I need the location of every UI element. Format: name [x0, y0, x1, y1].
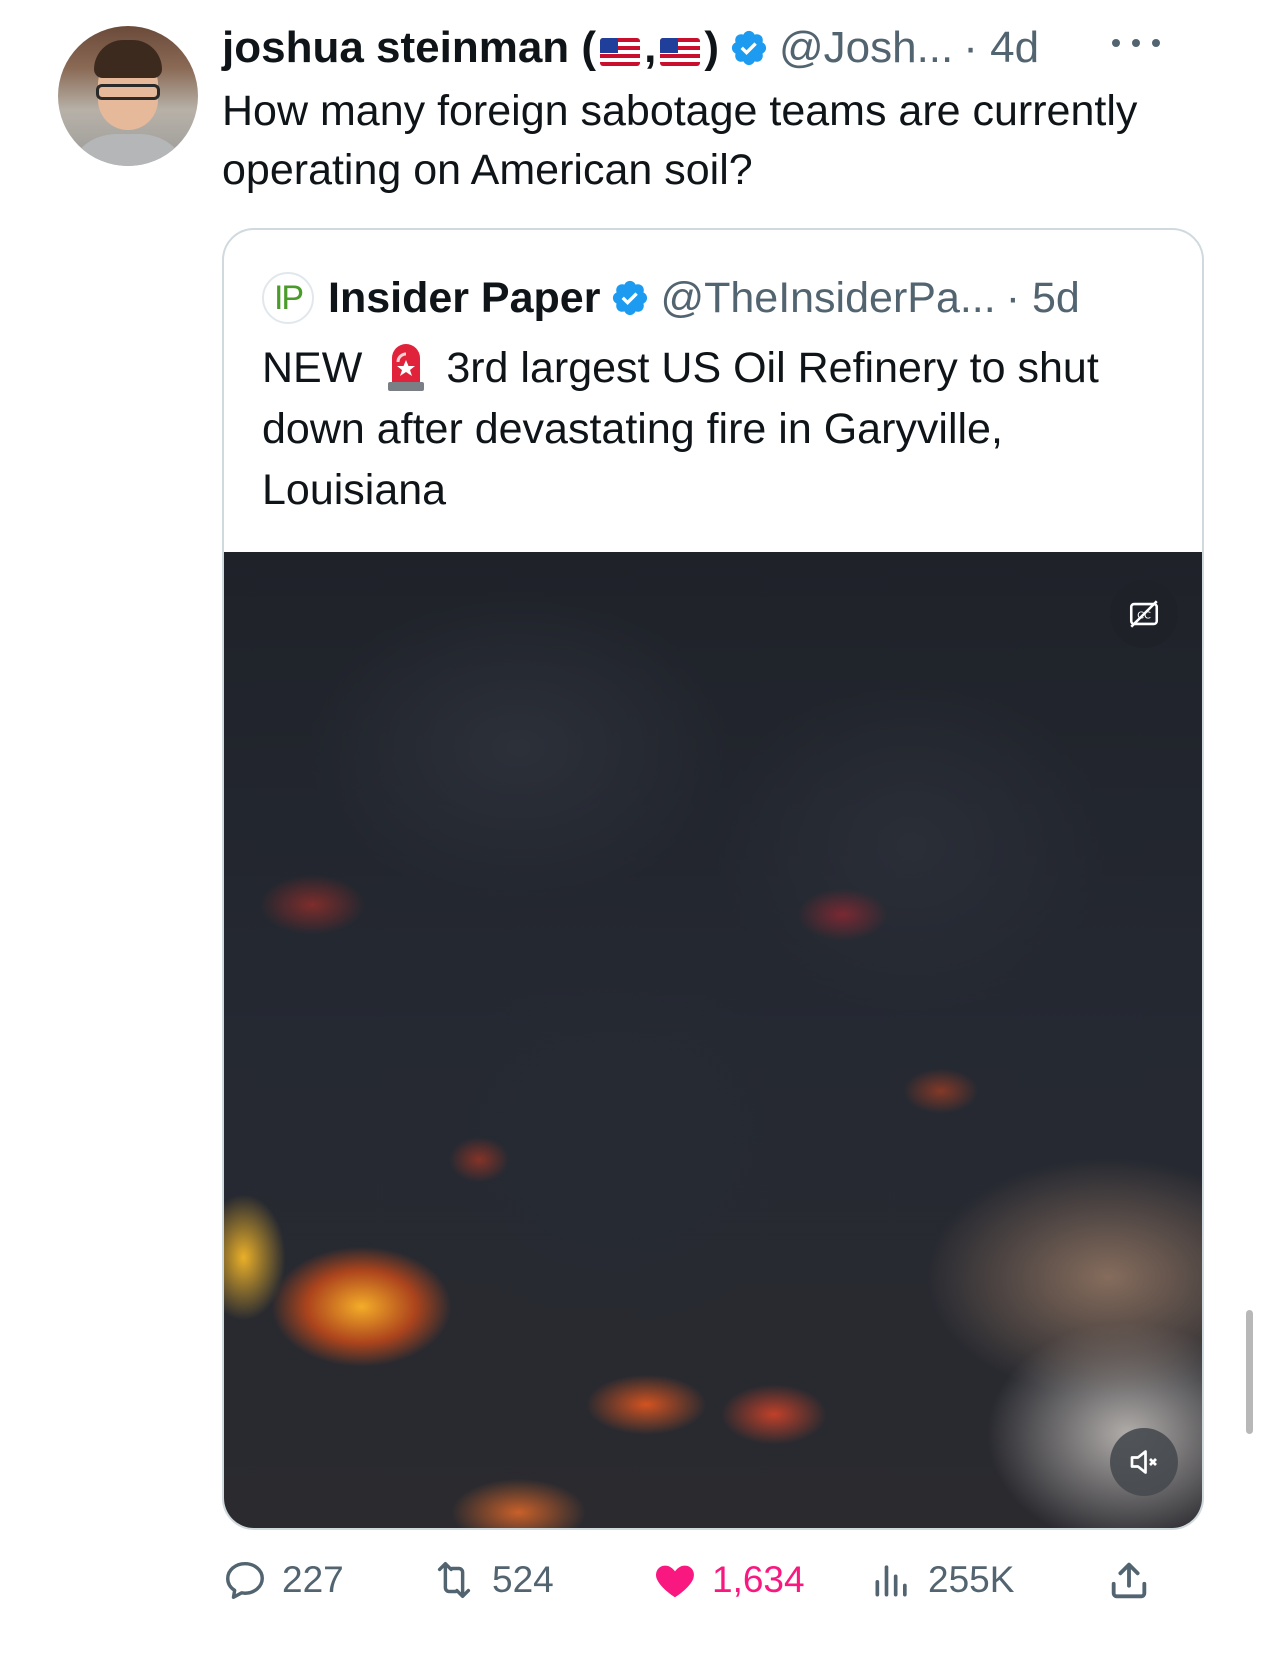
quoted-text: NEW 3rd largest US Oil Refinery to shut …	[262, 338, 1162, 521]
quoted-time[interactable]: · 5d	[1006, 274, 1080, 323]
siren-emoji	[388, 344, 425, 391]
us-flag-icon	[660, 38, 701, 66]
share-icon	[1111, 1562, 1147, 1599]
quoted-header: IP Insider Paper @TheInsiderPa... · 5d	[262, 266, 1080, 330]
verified-badge-icon	[613, 280, 648, 316]
quoted-text-prefix: NEW	[262, 344, 363, 392]
reply-icon	[226, 1561, 264, 1599]
quoted-author-name[interactable]: Insider Paper	[328, 274, 600, 323]
author-name[interactable]: joshua steinman (,)	[222, 18, 719, 78]
repost-count: 524	[492, 1559, 554, 1600]
repost-button[interactable]: 524	[430, 1550, 554, 1610]
more-dot	[1152, 39, 1160, 47]
action-bar: 227 524 1,634 255K	[222, 1550, 1212, 1610]
author-name-close: )	[704, 23, 719, 72]
insider-paper-logo[interactable]: IP	[262, 272, 314, 324]
tweet-text: How many foreign sabotage teams are curr…	[222, 87, 1138, 194]
avatar-glasses	[96, 84, 160, 100]
quoted-tweet[interactable]: IP Insider Paper @TheInsiderPa... · 5d N…	[222, 228, 1204, 1530]
author-name-text: joshua steinman	[222, 23, 570, 72]
views-icon	[875, 1565, 907, 1597]
avatar-shirt	[66, 134, 190, 166]
share-button[interactable]	[1106, 1550, 1166, 1610]
reply-count: 227	[282, 1559, 344, 1600]
more-dot	[1132, 39, 1140, 47]
views-count: 255K	[928, 1559, 1015, 1600]
mute-icon[interactable]	[1110, 1428, 1178, 1496]
views-button[interactable]: 255K	[870, 1550, 1014, 1610]
like-count: 1,634	[712, 1559, 805, 1600]
author-handle[interactable]: @Josh...	[779, 18, 953, 78]
heart-icon	[656, 1565, 694, 1598]
author-name-sep: ,	[644, 23, 657, 72]
author-name-open: (	[569, 23, 597, 72]
mute-glyph	[1130, 1450, 1157, 1474]
tweet-time[interactable]: · 4d	[963, 18, 1039, 78]
more-dot	[1112, 39, 1120, 47]
more-icon[interactable]	[1112, 28, 1160, 58]
closed-captions-icon[interactable]: CC	[1110, 580, 1178, 648]
logo-text: IP	[273, 278, 304, 317]
verified-badge-icon	[731, 30, 767, 66]
repost-icon	[437, 1561, 471, 1599]
reply-button[interactable]: 227	[222, 1550, 344, 1610]
closed-captions-glyph: CC	[1129, 600, 1159, 628]
video-player[interactable]: CC	[224, 552, 1202, 1528]
avatar-hair	[94, 40, 162, 78]
quoted-author-handle[interactable]: @TheInsiderPa...	[660, 274, 995, 323]
like-button[interactable]: 1,634	[652, 1550, 805, 1610]
us-flag-icon	[600, 38, 641, 66]
author-avatar[interactable]	[58, 26, 198, 166]
tweet-header: joshua steinman (,) @Josh... · 4d	[222, 18, 1222, 78]
scrollbar[interactable]	[1246, 1310, 1253, 1434]
